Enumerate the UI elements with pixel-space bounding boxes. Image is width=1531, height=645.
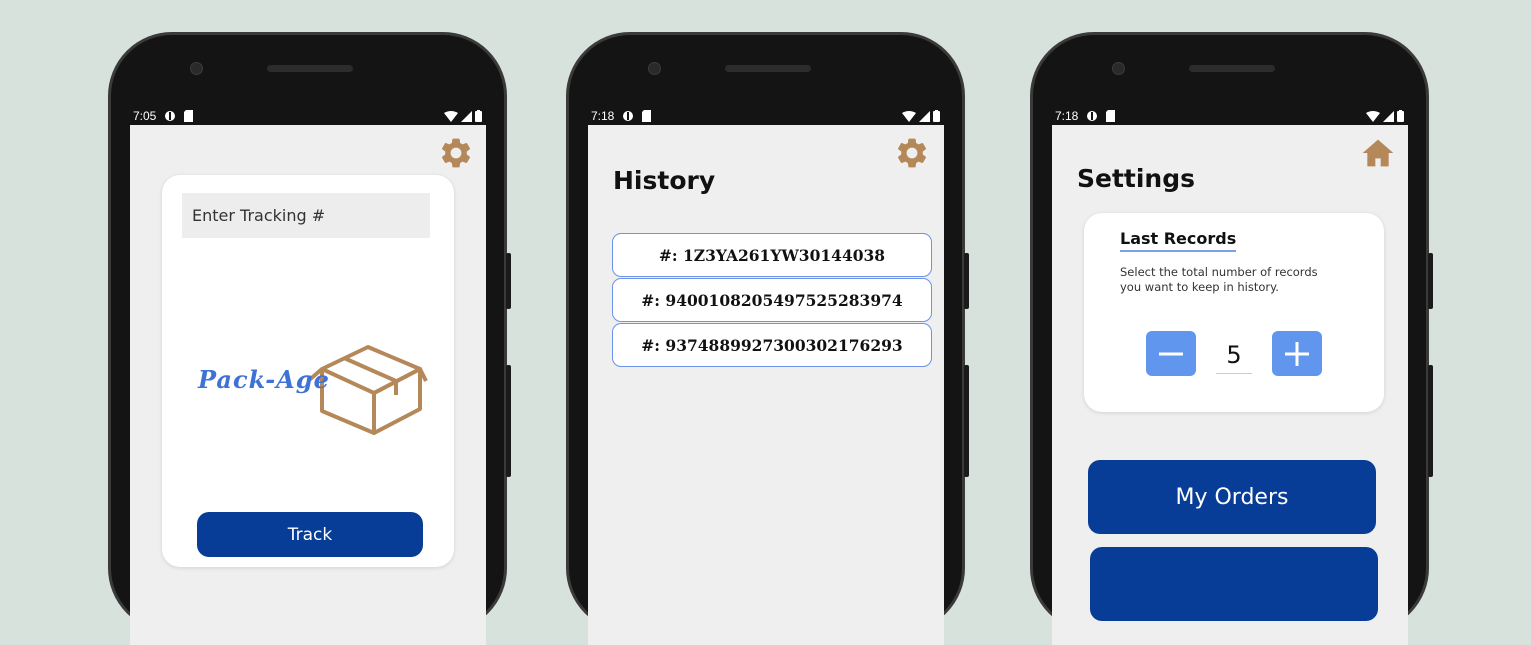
my-orders-button[interactable]: My Orders (1088, 460, 1376, 534)
tracking-number-input[interactable] (182, 193, 430, 238)
sync-icon (623, 111, 634, 121)
history-item-prefix: #: (641, 290, 666, 310)
last-records-heading: Last Records (1120, 229, 1237, 252)
power-button (964, 253, 969, 309)
status-bar: 7:18 (1055, 105, 1404, 127)
app-showcase: { "phone1": { "status": { "time": "7:05"… (0, 0, 1531, 645)
status-time: 7:18 (591, 109, 615, 123)
battery-icon (933, 110, 940, 122)
sync-icon (165, 111, 176, 121)
records-count-value[interactable]: 5 (1216, 337, 1252, 374)
minus-icon (1159, 352, 1183, 355)
history-item-number: 9374889927300302176293 (665, 335, 903, 355)
power-button (1428, 253, 1433, 309)
signal-icon (1383, 110, 1394, 122)
logo-text: Pack-Age (198, 365, 330, 394)
sd-card-icon (642, 110, 652, 122)
front-camera (1112, 62, 1125, 75)
last-records-description: Select the total number of records you w… (1120, 265, 1318, 294)
sd-card-icon (1106, 110, 1116, 122)
history-item-prefix: #: (658, 245, 683, 265)
home-icon[interactable] (1362, 138, 1394, 168)
wifi-icon (1366, 110, 1380, 122)
signal-icon (919, 110, 930, 122)
front-camera (190, 62, 203, 75)
gear-icon[interactable] (894, 135, 930, 171)
status-bar: 7:05 (133, 105, 482, 127)
history-item[interactable]: #: 9400108205497525283974 (612, 278, 932, 322)
track-button[interactable]: Track (197, 512, 423, 557)
secondary-action-button[interactable] (1090, 547, 1378, 621)
settings-screen: Settings Last Records Select the total n… (1052, 125, 1408, 645)
plus-icon (1285, 341, 1309, 366)
increment-button[interactable] (1272, 331, 1322, 376)
gear-icon[interactable] (438, 135, 474, 171)
history-item[interactable]: #: 9374889927300302176293 (612, 323, 932, 367)
history-item[interactable]: #: 1Z3YA261YW30144038 (612, 233, 932, 277)
history-item-number: 1Z3YA261YW30144038 (683, 245, 886, 265)
earpiece-speaker (725, 65, 811, 72)
last-records-card: Last Records Select the total number of … (1084, 213, 1384, 412)
sd-card-icon (184, 110, 194, 122)
status-bar: 7:18 (591, 105, 940, 127)
battery-icon (1397, 110, 1404, 122)
front-camera (648, 62, 661, 75)
tracking-card: Pack-Age Track (162, 175, 454, 567)
phone-frame-tracking: 7:05 Enter Tracking # Pack-Age Track (108, 32, 511, 645)
earpiece-speaker (267, 65, 353, 72)
sync-icon (1087, 111, 1098, 121)
history-item-number: 9400108205497525283974 (665, 290, 903, 310)
wifi-icon (444, 110, 458, 122)
page-title: History (613, 166, 716, 195)
battery-icon (475, 110, 482, 122)
tracking-screen: Pack-Age Track (130, 125, 486, 645)
volume-button (506, 365, 511, 477)
decrement-button[interactable] (1146, 331, 1196, 376)
phone-frame-settings: 7:18 Settings Last Records Select the to… (1030, 32, 1433, 645)
volume-button (964, 365, 969, 477)
status-time: 7:05 (133, 109, 157, 123)
power-button (506, 253, 511, 309)
history-screen: History #: 1Z3YA261YW30144038 #: 9400108… (588, 125, 944, 645)
page-title: Settings (1077, 164, 1196, 193)
volume-button (1428, 365, 1433, 477)
signal-icon (461, 110, 472, 122)
phone-frame-history: 7:18 History #: 1Z3YA261YW30144038 #: 94… (566, 32, 969, 645)
history-item-prefix: #: (641, 335, 666, 355)
wifi-icon (902, 110, 916, 122)
pack-age-logo: Pack-Age (198, 325, 428, 435)
earpiece-speaker (1189, 65, 1275, 72)
status-time: 7:18 (1055, 109, 1079, 123)
